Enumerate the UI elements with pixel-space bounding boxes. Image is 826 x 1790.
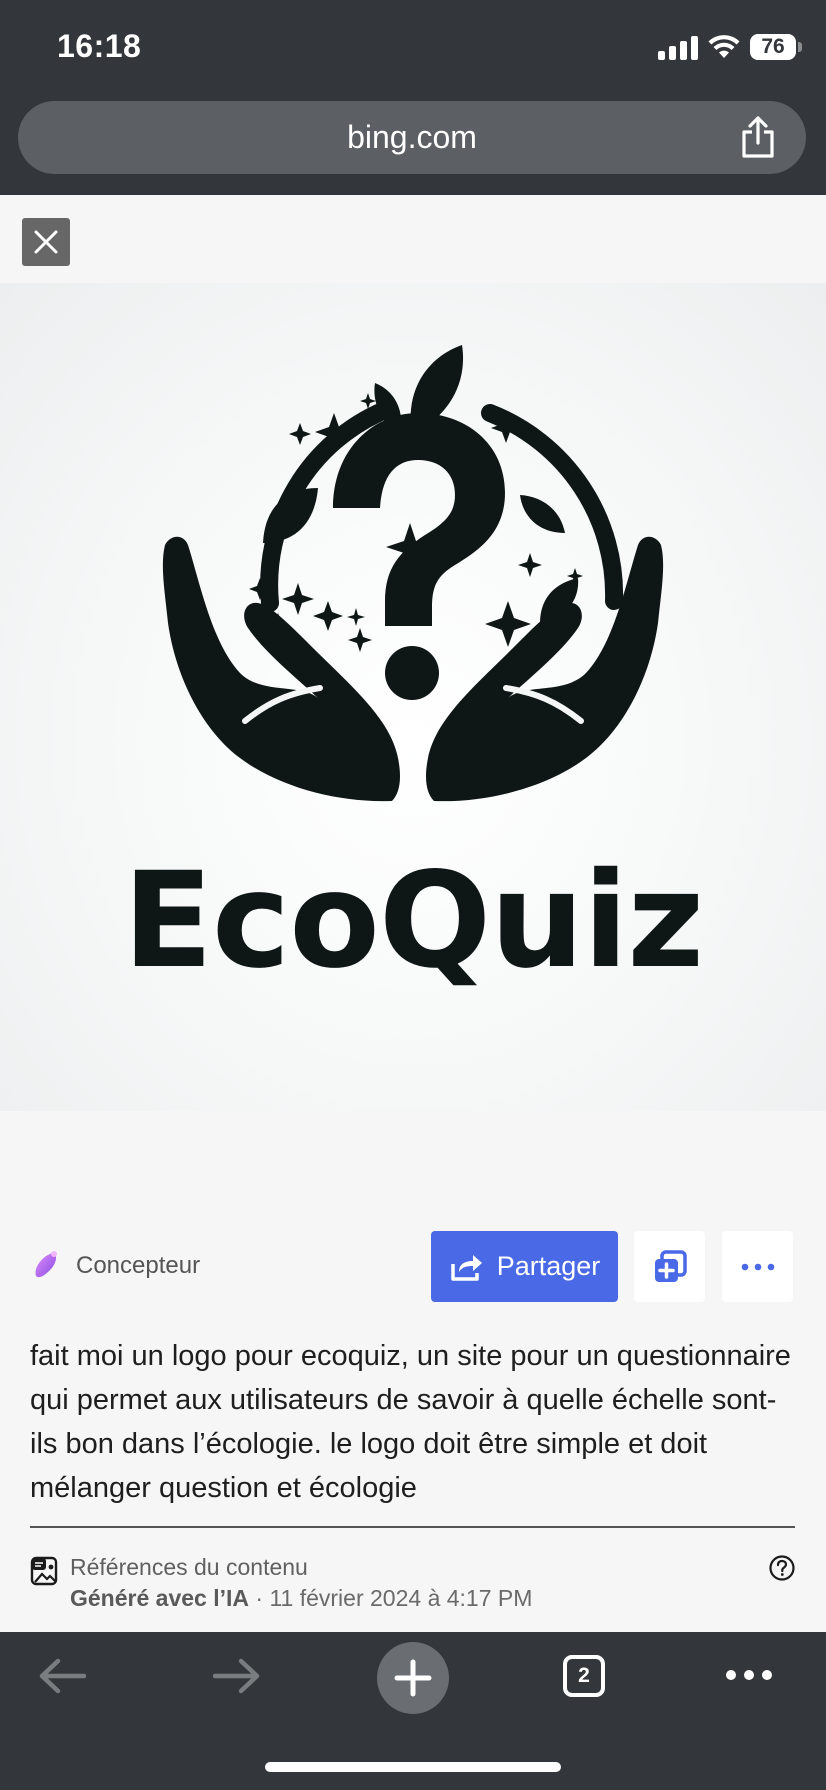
add-to-collection-button[interactable]: [634, 1231, 705, 1302]
status-time: 16:18: [57, 28, 142, 64]
new-tab-button[interactable]: [377, 1642, 449, 1714]
plus-icon: [394, 1659, 432, 1697]
close-button[interactable]: [22, 218, 70, 266]
share-arrow-icon: [450, 1254, 482, 1281]
home-indicator: [265, 1762, 561, 1772]
share-button[interactable]: Partager: [431, 1231, 618, 1302]
more-icon: [741, 1263, 774, 1270]
prompt-text: fait moi un logo pour ecoquiz, un site p…: [30, 1340, 791, 1504]
more-options-button[interactable]: [722, 1231, 793, 1302]
url-text[interactable]: bing.com: [18, 119, 806, 156]
designer-wand-icon: [35, 1251, 57, 1278]
references-title: Références du contenu: [70, 1554, 308, 1580]
divider: [30, 1526, 795, 1528]
tabs-button[interactable]: 2: [563, 1655, 605, 1697]
back-arrow-icon[interactable]: [38, 1658, 86, 1694]
generated-date: 11 février 2024 à 4:17 PM: [269, 1585, 533, 1611]
address-bar[interactable]: bing.com: [18, 101, 806, 174]
more-icon[interactable]: [725, 1669, 773, 1681]
add-collection-icon: [654, 1249, 687, 1282]
browser-top-chrome: 16:18 76 bing.com: [0, 0, 826, 195]
close-icon: [34, 230, 58, 254]
designer-label: Concepteur: [76, 1252, 201, 1279]
forward-arrow-icon[interactable]: [213, 1658, 261, 1694]
logo-wordmark: EcoQuiz: [122, 844, 704, 998]
cellular-signal-icon: [658, 34, 698, 60]
wifi-icon: [708, 35, 740, 58]
share-label: Partager: [496, 1251, 601, 1281]
help-icon[interactable]: [768, 1554, 796, 1582]
generated-image[interactable]: EcoQuiz: [0, 283, 826, 1111]
designer-attribution[interactable]: Concepteur: [30, 1248, 200, 1284]
status-icons: 76: [658, 30, 802, 64]
battery-icon: 76: [750, 34, 802, 60]
generated-label: Généré avec l’IA: [70, 1585, 249, 1611]
references-subtitle: Généré avec l’IA · 11 février 2024 à 4:1…: [70, 1585, 532, 1612]
image-credentials-icon: [30, 1556, 58, 1586]
references-separator: ·: [249, 1585, 270, 1611]
share-icon[interactable]: [738, 115, 778, 159]
